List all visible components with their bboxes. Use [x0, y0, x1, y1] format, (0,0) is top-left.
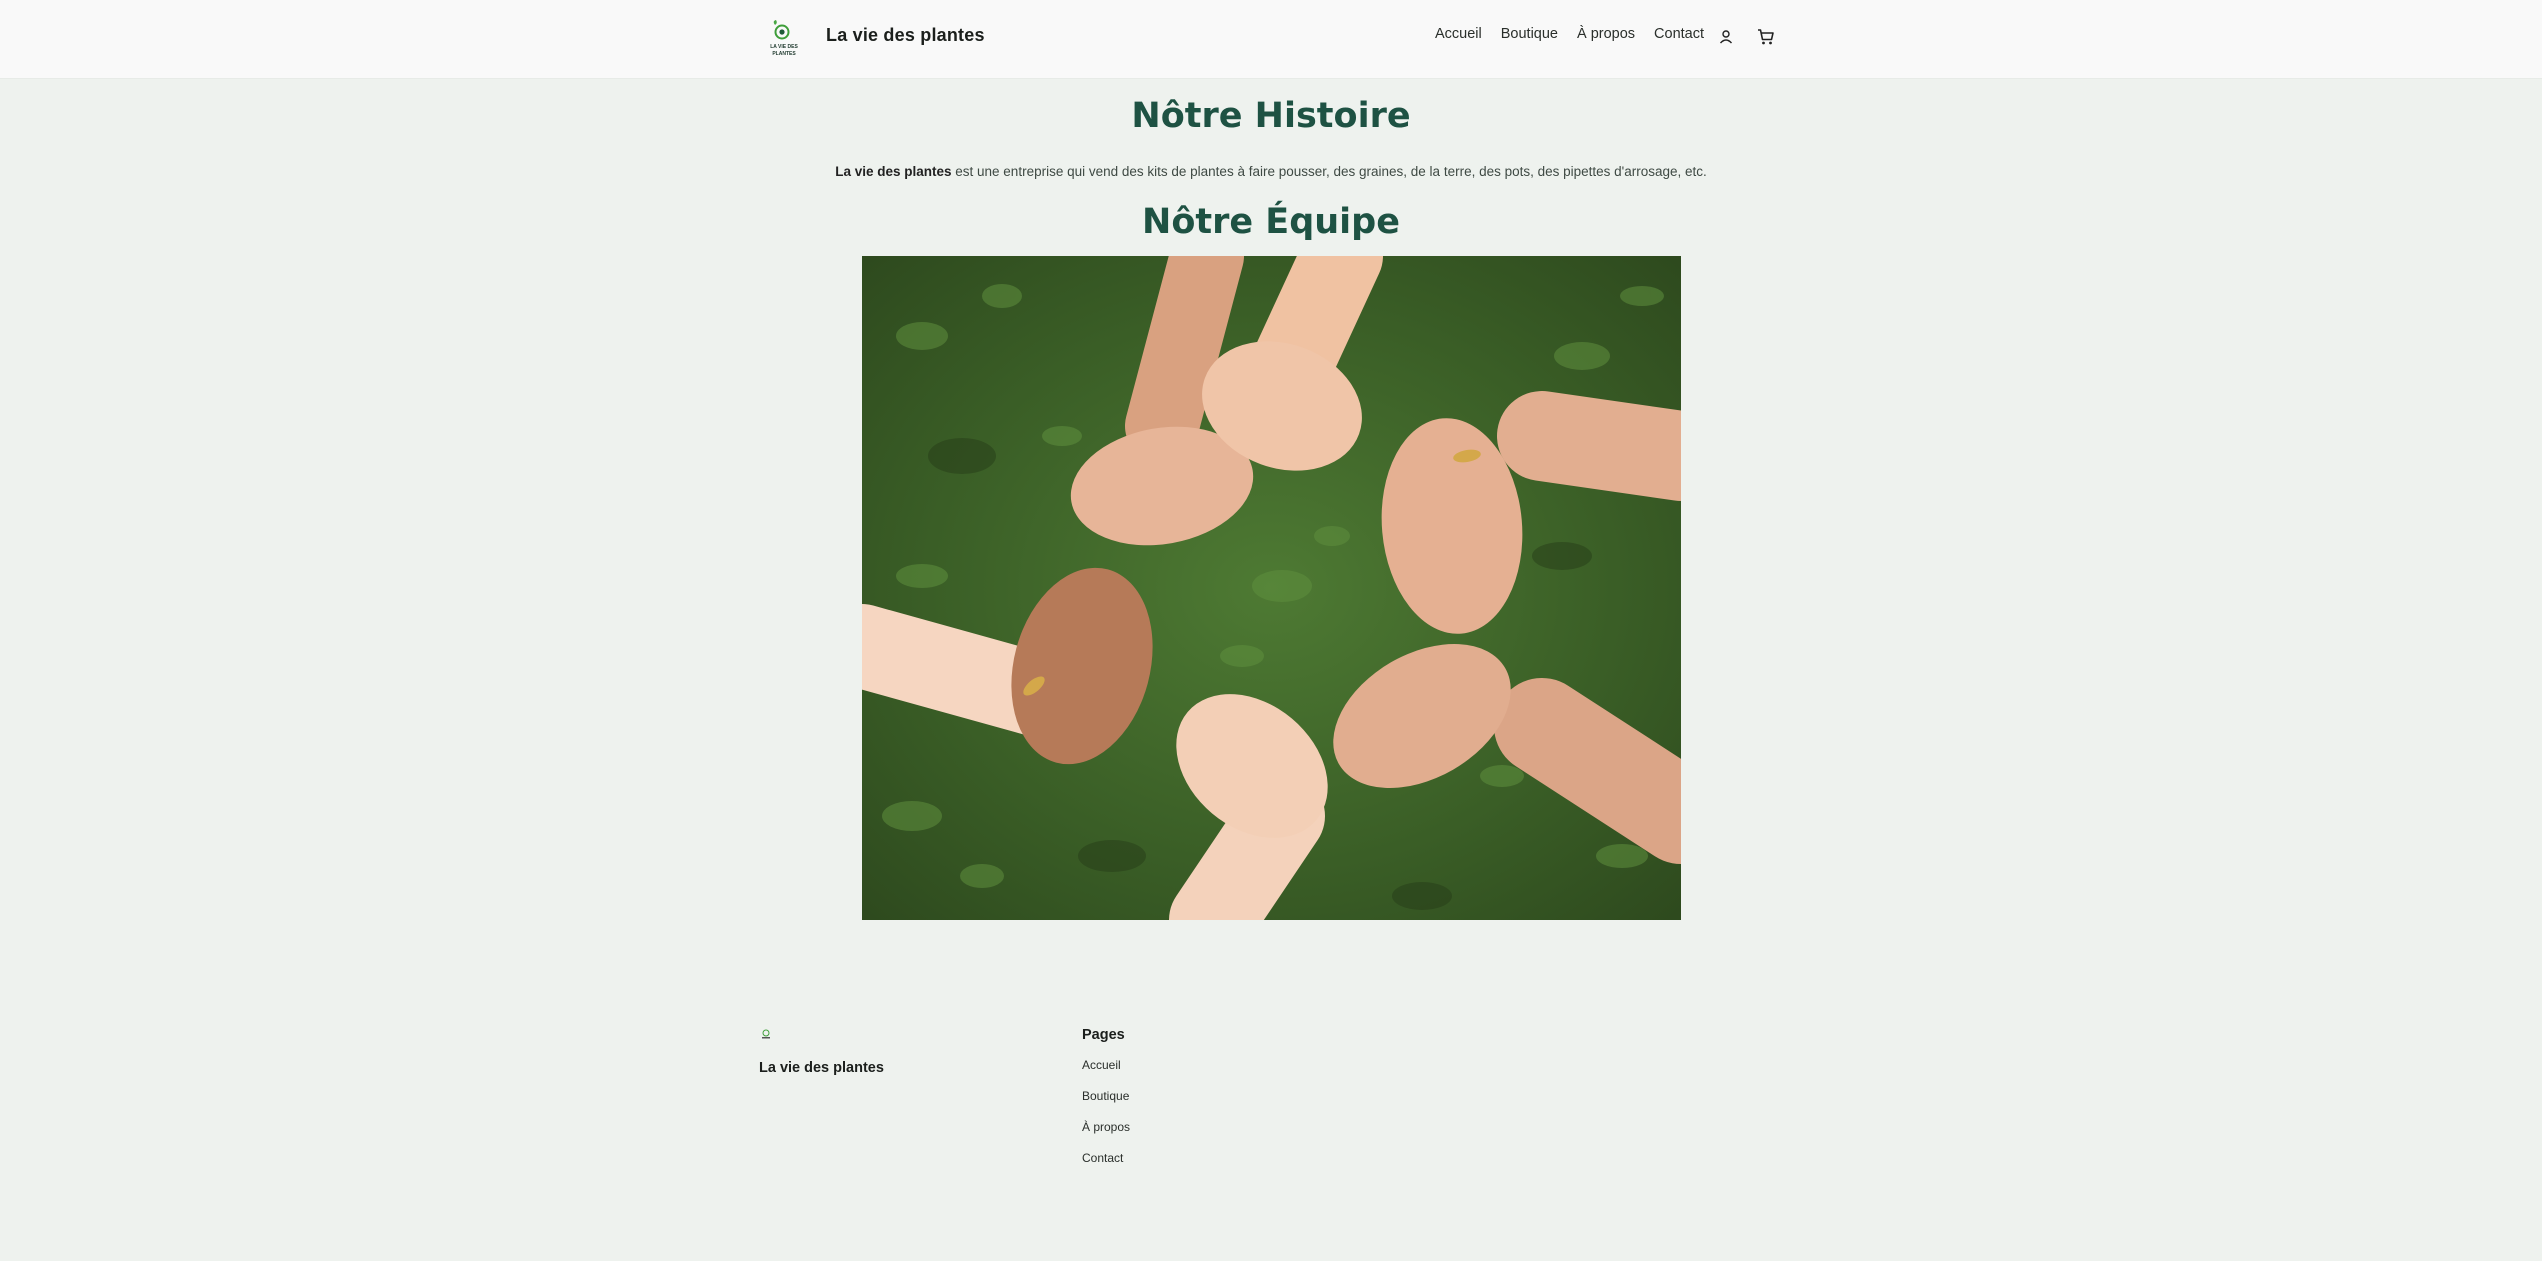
footer-links: Accueil Boutique À propos Contact — [1082, 1058, 1130, 1182]
brand-name-link[interactable]: La vie des plantes — [826, 25, 985, 46]
list-item: À propos — [1082, 1120, 1130, 1151]
intro-text: est une entreprise qui vend des kits de … — [951, 164, 1707, 179]
equipe-heading: Nôtre Équipe — [1142, 202, 1400, 242]
site-header: LA VIE DES PLANTES La vie des plantes Ac… — [0, 0, 2542, 79]
nav-boutique[interactable]: Boutique — [1501, 26, 1558, 42]
logo-text-line1: LA VIE DES — [770, 44, 798, 50]
intro-paragraph: La vie des plantes est une entreprise qu… — [0, 164, 2542, 179]
team-hands-image — [862, 256, 1681, 920]
footer-link-accueil[interactable]: Accueil — [1082, 1058, 1121, 1072]
footer-link-boutique[interactable]: Boutique — [1082, 1089, 1129, 1103]
nav-a-propos[interactable]: À propos — [1577, 26, 1635, 42]
list-item: Accueil — [1082, 1058, 1130, 1089]
cart-icon[interactable] — [1756, 27, 1776, 47]
histoire-heading: Nôtre Histoire — [1131, 96, 1411, 136]
brand-logo-icon[interactable]: LA VIE DES PLANTES — [760, 18, 808, 60]
footer-link-contact[interactable]: Contact — [1082, 1151, 1123, 1165]
logo-text-line2: PLANTES — [772, 51, 796, 57]
nav-contact[interactable]: Contact — [1654, 26, 1704, 42]
main-nav: Accueil Boutique À propos Contact — [1435, 26, 1704, 42]
nav-accueil[interactable]: Accueil — [1435, 26, 1482, 42]
footer-logo-icon[interactable] — [759, 1027, 773, 1041]
list-item: Contact — [1082, 1151, 1130, 1182]
footer-link-a-propos[interactable]: À propos — [1082, 1120, 1130, 1134]
intro-brand-strong: La vie des plantes — [835, 164, 952, 179]
footer-pages-title: Pages — [1082, 1027, 1125, 1043]
user-icon[interactable] — [1718, 29, 1734, 45]
list-item: Boutique — [1082, 1089, 1130, 1120]
team-photo — [862, 256, 1681, 920]
footer-brand: La vie des plantes — [759, 1060, 884, 1076]
